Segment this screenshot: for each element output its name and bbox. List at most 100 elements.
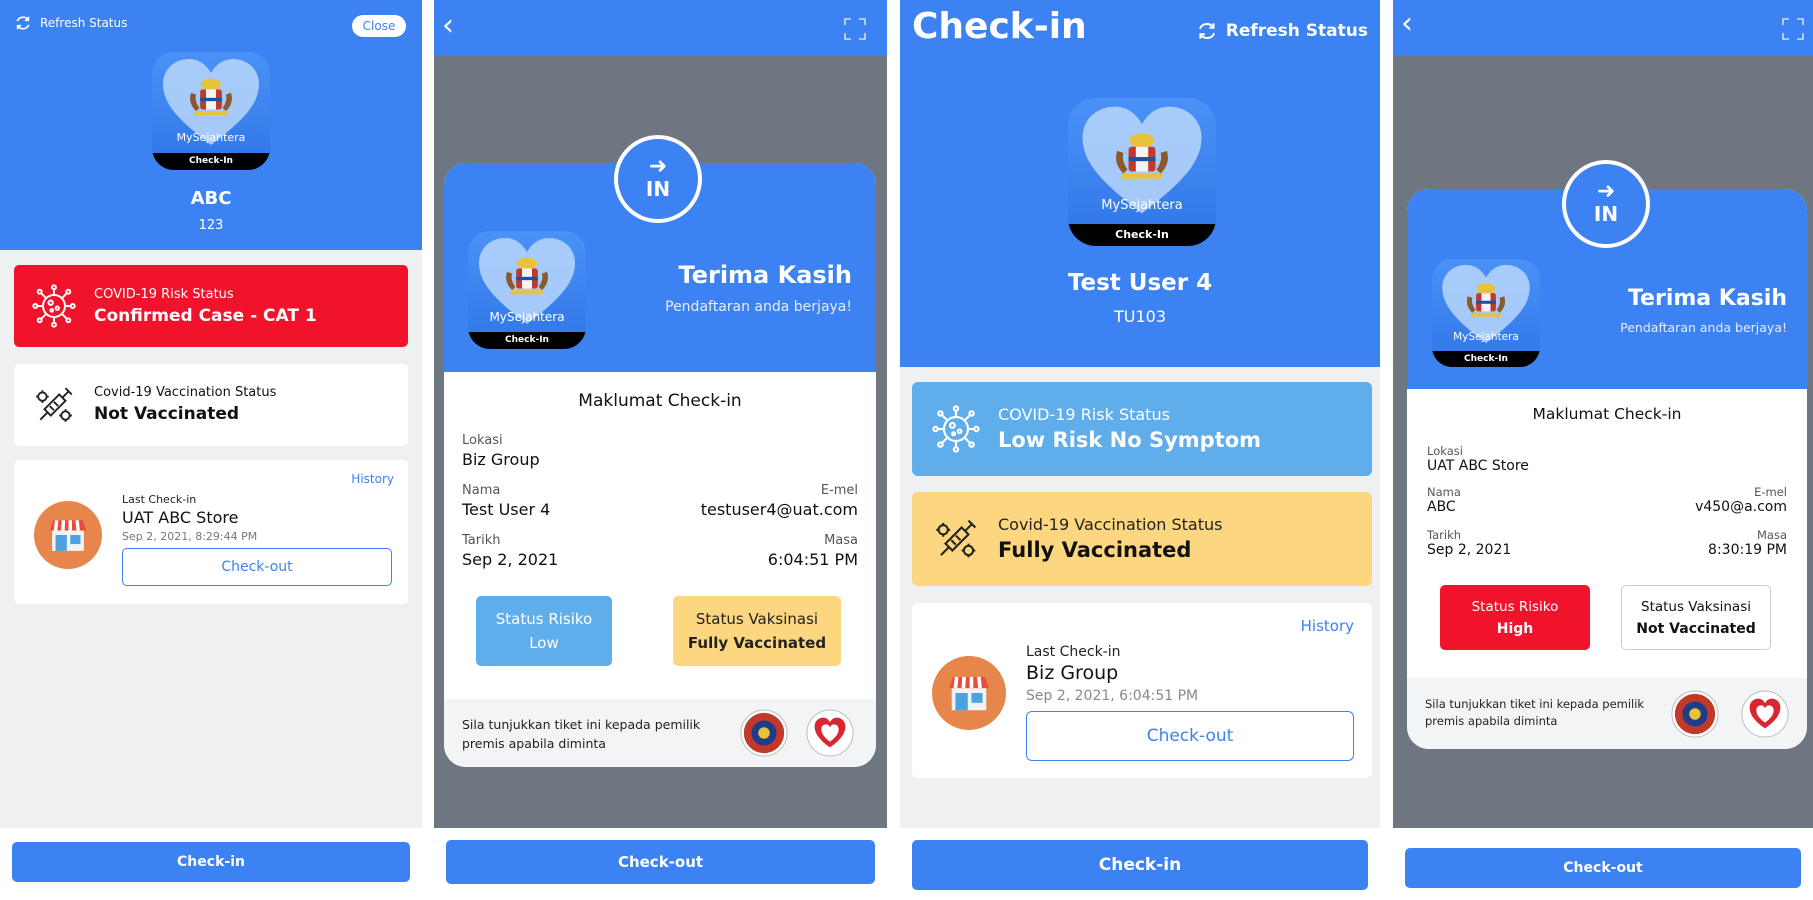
- risk-status-card[interactable]: COVID-19 Risk Status Confirmed Case - CA…: [14, 265, 408, 347]
- back-icon[interactable]: ‹: [1401, 6, 1413, 41]
- checkin-status-screen: Refresh Status Close MySejahtera Check-I…: [0, 0, 422, 900]
- ticket-footer: Sila tunjukkan tiket ini kepada pemilik …: [1407, 678, 1807, 749]
- expand-icon[interactable]: [1781, 17, 1805, 41]
- checkin-ticket: MySejahtera Check-In Terima Kasih Pendaf…: [1407, 189, 1807, 749]
- coat-of-arms-icon: [1463, 281, 1509, 319]
- app-brand: MySejahtera: [1453, 331, 1519, 343]
- vaccination-status-box: Status Vaksinasi Fully Vaccinated: [673, 596, 841, 666]
- masa-value: 8:30:19 PM: [1708, 542, 1787, 558]
- virus-icon: [32, 284, 76, 328]
- syringe-icon: [934, 516, 980, 562]
- page-title: Check-in: [912, 6, 1087, 47]
- user-name: Test User 4: [1067, 270, 1213, 296]
- success-message: Pendaftaran anda berjaya!: [665, 299, 852, 315]
- expand-icon[interactable]: [843, 17, 867, 41]
- checkout-button[interactable]: Check-out: [1026, 711, 1354, 761]
- nama-value: ABC: [1427, 499, 1456, 515]
- store-icon: [932, 656, 1006, 730]
- checkout-button[interactable]: Check-out: [1405, 848, 1801, 888]
- seal-icon: [740, 709, 788, 757]
- coat-of-arms-icon: [1111, 130, 1173, 182]
- checkout-button[interactable]: Check-out: [122, 548, 392, 586]
- user-id: TU103: [1113, 307, 1167, 326]
- lokasi-value: Biz Group: [462, 450, 540, 469]
- vaccination-status-label: Status Vaksinasi: [695, 610, 819, 628]
- lokasi-label: Lokasi: [462, 433, 503, 448]
- refresh-status-button[interactable]: Refresh Status: [14, 14, 127, 32]
- tarikh-value: Sep 2, 2021: [1427, 542, 1512, 558]
- risk-status-value: High: [1496, 620, 1534, 637]
- email-label: E-mel: [820, 483, 858, 498]
- back-icon[interactable]: ‹: [442, 8, 454, 43]
- section-title: Maklumat Check-in: [578, 391, 742, 411]
- lokasi-value: UAT ABC Store: [1427, 458, 1529, 474]
- refresh-icon: [1196, 20, 1218, 42]
- seal-icon: [1671, 690, 1719, 738]
- last-checkin-label: Last Check-in: [1026, 644, 1121, 660]
- checkout-button[interactable]: Check-out: [446, 840, 875, 884]
- app-icon: MySejahtera Check-In: [152, 52, 270, 170]
- vaccination-status-card[interactable]: Covid-19 Vaccination Status Fully Vaccin…: [912, 492, 1372, 586]
- user-name: ABC: [190, 188, 232, 209]
- bottom-bar: Check-in: [0, 828, 422, 900]
- refresh-status-button[interactable]: Refresh Status: [1196, 20, 1368, 42]
- masa-value: 6:04:51 PM: [767, 550, 858, 569]
- coat-of-arms-icon: [186, 76, 236, 118]
- arrow-right-icon: ➜: [1596, 179, 1616, 204]
- app-brand: MySejahtera: [489, 310, 565, 324]
- in-label: IN: [645, 177, 671, 201]
- masa-label: Masa: [1756, 528, 1787, 542]
- email-label: E-mel: [1754, 485, 1787, 499]
- vaccination-status-value: Not Vaccinated: [94, 404, 240, 424]
- app-band: Check-In: [1432, 351, 1540, 367]
- history-link[interactable]: History: [351, 472, 394, 486]
- checkin-ticket-screen: ‹ MySejahtera Check-In Terima Kasih Pend…: [1393, 0, 1813, 900]
- nama-value: Test User 4: [462, 500, 551, 519]
- success-message: Pendaftaran anda berjaya!: [1620, 320, 1787, 335]
- risk-status-label: Status Risiko: [1471, 598, 1559, 615]
- app-band: Check-In: [468, 332, 586, 349]
- nav-bar: ‹: [1393, 0, 1813, 56]
- vaccination-status-value: Fully Vaccinated: [687, 634, 827, 652]
- user-id: 123: [198, 218, 224, 233]
- history-link[interactable]: History: [1301, 617, 1354, 635]
- checkin-status-screen: Check-in Refresh Status MySejahtera Chec…: [900, 0, 1380, 900]
- syringe-icon: [34, 384, 76, 426]
- bottom-bar: Check-in: [900, 828, 1380, 900]
- tarikh-label: Tarikh: [462, 533, 501, 548]
- tarikh-value: Sep 2, 2021: [462, 550, 559, 569]
- close-button[interactable]: Close: [352, 15, 406, 37]
- nama-label: Nama: [462, 483, 501, 498]
- ticket-footer: Sila tunjukkan tiket ini kepada pemilik …: [444, 699, 876, 767]
- thanks-title: Terima Kasih: [1627, 286, 1787, 311]
- footer-note: Sila tunjukkan tiket ini kepada pemilik …: [462, 717, 701, 751]
- vaccination-status-card[interactable]: Covid-19 Vaccination Status Not Vaccinat…: [14, 364, 408, 446]
- bottom-bar: Check-out: [434, 828, 887, 900]
- virus-icon: [932, 405, 980, 453]
- vaccination-status-box: Status Vaksinasi Not Vaccinated: [1621, 585, 1771, 650]
- risk-status-value: Confirmed Case - CAT 1: [94, 306, 317, 326]
- profile-header: Refresh Status Close MySejahtera Check-I…: [0, 0, 422, 250]
- last-checkin-place: Biz Group: [1026, 662, 1119, 684]
- refresh-label: Refresh Status: [1225, 21, 1368, 41]
- vaccination-status-title: Covid-19 Vaccination Status: [94, 385, 277, 400]
- risk-status-value: Low Risk No Symptom: [998, 428, 1262, 452]
- masa-label: Masa: [824, 533, 858, 548]
- risk-status-label: Status Risiko: [495, 610, 593, 628]
- risk-status-card[interactable]: COVID-19 Risk Status Low Risk No Symptom: [912, 382, 1372, 476]
- checkin-button[interactable]: Check-in: [912, 840, 1368, 890]
- checkin-button[interactable]: Check-in: [12, 842, 410, 882]
- vaccination-status-label: Status Vaksinasi: [1641, 598, 1751, 615]
- section-title: Maklumat Check-in: [1532, 405, 1682, 423]
- app-icon: MySejahtera Check-In: [468, 231, 586, 349]
- last-checkin-card: History Last Check-in UAT ABC Store Sep …: [14, 460, 408, 604]
- in-badge: ➜ IN: [614, 135, 702, 223]
- app-icon: MySejahtera Check-In: [1432, 259, 1540, 367]
- nama-label: Nama: [1427, 485, 1461, 499]
- bottom-bar: Check-out: [1393, 828, 1813, 900]
- store-icon: [34, 501, 102, 569]
- vaccination-status-title: Covid-19 Vaccination Status: [998, 515, 1223, 534]
- checkin-ticket-screen: ‹ MySejahtera Check-In Terima Kasih Pend…: [434, 0, 887, 900]
- risk-status-title: COVID-19 Risk Status: [94, 287, 234, 302]
- thanks-title: Terima Kasih: [678, 261, 852, 289]
